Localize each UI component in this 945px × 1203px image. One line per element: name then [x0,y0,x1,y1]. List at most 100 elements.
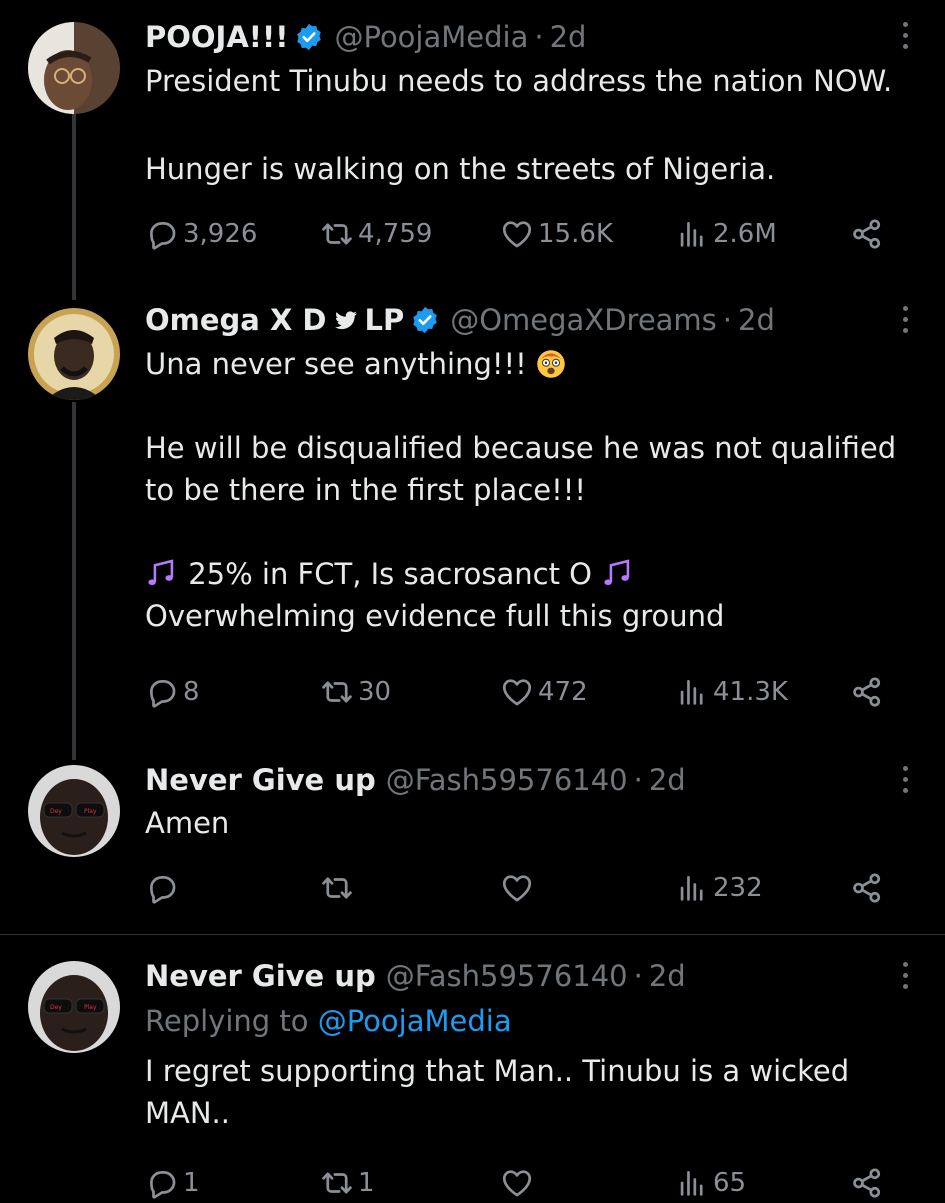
retweet-icon [320,217,354,251]
retweet-button[interactable] [320,868,354,908]
share-button[interactable] [850,672,884,712]
text-line: Una never see anything!!! [145,343,915,385]
like-button[interactable]: 472 [500,672,588,712]
views-button[interactable]: 232 [675,868,763,908]
reply-count: 3,926 [183,219,258,249]
retweet-count: 30 [358,677,392,707]
views-icon [675,675,709,709]
retweet-button[interactable]: 4,759 [320,214,432,254]
reply-button[interactable]: 1 [145,1163,200,1203]
tweet-never-give-up[interactable]: Dey Play Never Give up @Fash59576140 · 2… [0,760,945,934]
views-count: 232 [713,873,763,903]
timestamp[interactable]: 2d [738,303,775,337]
svg-text:Play: Play [84,808,97,815]
retweet-count: 4,759 [358,219,433,249]
handle[interactable]: @PoojaMedia [334,20,528,54]
thread-line [72,110,76,300]
like-button[interactable] [500,868,534,908]
retweet-button[interactable]: 1 [320,1163,375,1203]
tweet-omega[interactable]: Omega X D LP @OmegaXDreams · 2d Una neve… [0,290,945,760]
timestamp[interactable]: 2d [550,20,587,54]
share-button[interactable] [850,1163,884,1203]
tweet-text: President Tinubu needs to address the na… [145,60,915,190]
text-line: President Tinubu needs to address the na… [145,64,893,98]
views-count: 2.6M [713,219,777,249]
views-button[interactable]: 65 [675,1163,746,1203]
verified-badge-icon [410,305,440,335]
display-name[interactable]: Never Give up [145,959,376,993]
svg-text:Play: Play [84,1004,97,1011]
text-line: to be there in the first place!!! [145,473,586,507]
action-bar: 8 30 472 41.3K [145,672,895,712]
views-count: 41.3K [713,677,788,707]
tweet-text: Amen [145,802,915,844]
avatar[interactable] [28,22,120,114]
share-icon [850,217,884,251]
share-button[interactable] [850,868,884,908]
tweet-pooja[interactable]: POOJA!!! @PoojaMedia · 2d President Tinu… [0,0,945,300]
like-icon [500,675,534,709]
reply-icon [145,871,179,905]
share-icon [850,871,884,905]
mention-link[interactable]: @PoojaMedia [318,1004,512,1038]
reply-count: 8 [183,677,200,707]
display-name[interactable]: Omega X D [145,303,327,337]
retweet-button[interactable]: 30 [320,672,391,712]
views-button[interactable]: 41.3K [675,672,788,712]
more-icon[interactable] [899,766,911,793]
reply-button[interactable]: 3,926 [145,214,257,254]
handle[interactable]: @OmegaXDreams [450,303,717,337]
like-button[interactable] [500,1163,534,1203]
tweet-never-give-up-reply[interactable]: Dey Play Never Give up @Fash59576140 · 2… [0,935,945,1200]
reply-button[interactable] [145,868,179,908]
retweet-icon [320,675,354,709]
bird-icon [333,307,359,333]
display-name[interactable]: POOJA!!! [145,20,288,54]
verified-badge-icon [294,22,324,52]
text-line: 25% in FCT, Is sacrosanct O [145,553,915,595]
timestamp[interactable]: 2d [649,959,686,993]
handle[interactable]: @Fash59576140 [386,959,628,993]
like-icon [500,1166,534,1200]
tweet-text: Replying to @PoojaMedia I regret support… [145,1000,915,1134]
share-icon [850,675,884,709]
views-count: 65 [713,1168,747,1198]
views-icon [675,1166,709,1200]
action-bar: 1 1 65 [145,1163,895,1203]
display-name[interactable]: Never Give up [145,763,376,797]
more-icon[interactable] [899,22,911,49]
text-line: MAN.. [145,1096,230,1130]
avatar[interactable] [28,308,120,400]
text-line-content: 25% in FCT, Is sacrosanct O [188,557,592,591]
timestamp[interactable]: 2d [649,763,686,797]
avatar[interactable]: Dey Play [28,765,120,857]
share-button[interactable] [850,214,884,254]
retweet-icon [320,1166,354,1200]
views-icon [675,217,709,251]
avatar[interactable]: Dey Play [28,961,120,1053]
text-line: Overwhelming evidence full this ground [145,599,725,633]
replying-label: Replying to [145,1004,309,1038]
tweet-header: Omega X D LP @OmegaXDreams · 2d [145,300,775,340]
more-icon[interactable] [899,306,911,333]
replying-to: Replying to @PoojaMedia [145,1000,915,1042]
text-line: He will be disqualified because he was n… [145,431,897,465]
like-button[interactable]: 15.6K [500,214,613,254]
handle[interactable]: @Fash59576140 [386,763,628,797]
views-icon [675,871,709,905]
reply-icon [145,217,179,251]
tweet-header: Never Give up @Fash59576140 · 2d [145,956,686,996]
separator-dot: · [633,959,643,993]
like-icon [500,871,534,905]
share-icon [850,1166,884,1200]
separator-dot: · [633,763,643,797]
musical-notes-emoji [601,556,635,590]
display-name-suffix[interactable]: LP [365,303,405,337]
views-button[interactable]: 2.6M [675,214,777,254]
text-line: I regret supporting that Man.. Tinubu is… [145,1054,850,1088]
reply-button[interactable]: 8 [145,672,200,712]
more-icon[interactable] [899,962,911,989]
